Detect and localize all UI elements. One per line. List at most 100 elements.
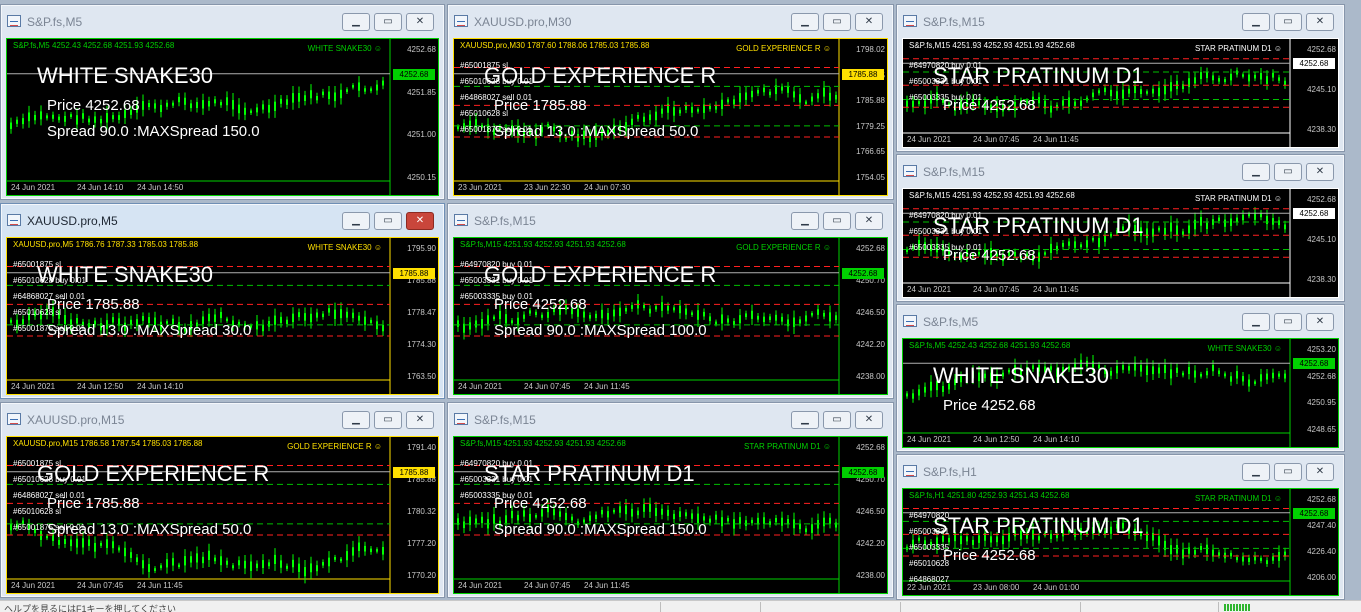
candle-body bbox=[1158, 536, 1160, 546]
candle-body bbox=[709, 316, 711, 322]
chart-plot-area[interactable]: S&P.fs,H1 4251.80 4252.93 4251.43 4252.6… bbox=[902, 488, 1339, 596]
chart-plot-area[interactable]: S&P.fs,M15 4251.93 4252.93 4251.93 4252.… bbox=[902, 188, 1339, 298]
candle-body bbox=[625, 307, 627, 312]
chart-window[interactable]: S&P.fs,M15 ▁ ▭ ✕ S&P.fs,M15 4251.93 4252… bbox=[447, 402, 894, 598]
candle-body bbox=[370, 88, 372, 92]
close-button[interactable]: ✕ bbox=[406, 212, 434, 230]
maximize-button[interactable]: ▭ bbox=[1274, 463, 1302, 481]
candle-body bbox=[745, 313, 747, 318]
chart-window[interactable]: S&P.fs,H1 ▁ ▭ ✕ S&P.fs,H1 4251.80 4252.9… bbox=[896, 454, 1345, 600]
candle-body bbox=[202, 100, 204, 109]
chart-window[interactable]: S&P.fs,M15 ▁ ▭ ✕ S&P.fs,M15 4251.93 4252… bbox=[896, 154, 1345, 302]
close-button[interactable]: ✕ bbox=[855, 212, 883, 230]
candle-body bbox=[1068, 97, 1070, 107]
price-axis-label: 1766.65 bbox=[856, 147, 885, 157]
expert-advisor-label: GOLD EXPERIENCE R ☺ bbox=[287, 442, 382, 451]
price-axis-label: 4252.68 bbox=[1307, 495, 1336, 504]
minimize-button[interactable]: ▁ bbox=[342, 212, 370, 230]
maximize-button[interactable]: ▭ bbox=[374, 411, 402, 429]
maximize-button[interactable]: ▭ bbox=[1274, 313, 1302, 331]
chart-plot-area[interactable]: XAUUSD.pro,M30 1787.60 1788.06 1785.03 1… bbox=[453, 38, 888, 196]
close-button[interactable]: ✕ bbox=[1306, 463, 1334, 481]
candle-body bbox=[721, 314, 723, 324]
chart-plot-area[interactable]: XAUUSD.pro,M15 1786.58 1787.54 1785.03 1… bbox=[6, 436, 439, 594]
close-button[interactable]: ✕ bbox=[1306, 313, 1334, 331]
minimize-button[interactable]: ▁ bbox=[1242, 163, 1270, 181]
candle-body bbox=[769, 316, 771, 320]
chart-window[interactable]: S&P.fs,M5 ▁ ▭ ✕ S&P.fs,M5 4252.43 4252.6… bbox=[0, 4, 445, 200]
minimize-button[interactable]: ▁ bbox=[1242, 463, 1270, 481]
maximize-button[interactable]: ▭ bbox=[374, 212, 402, 230]
close-button[interactable]: ✕ bbox=[1306, 163, 1334, 181]
close-button[interactable]: ✕ bbox=[855, 13, 883, 31]
window-titlebar[interactable]: S&P.fs,M15 ▁ ▭ ✕ bbox=[448, 204, 893, 232]
window-titlebar[interactable]: XAUUSD.pro,M30 ▁ ▭ ✕ bbox=[448, 5, 893, 33]
maximize-button[interactable]: ▭ bbox=[823, 411, 851, 429]
symbol-ohlc-label: XAUUSD.pro,M30 1787.60 1788.06 1785.03 1… bbox=[460, 41, 650, 50]
window-titlebar[interactable]: S&P.fs,M15 ▁ ▭ ✕ bbox=[897, 155, 1344, 183]
minimize-button[interactable]: ▁ bbox=[1242, 13, 1270, 31]
close-button[interactable]: ✕ bbox=[406, 411, 434, 429]
chart-window[interactable]: XAUUSD.pro,M5 ▁ ▭ ✕ XAUUSD.pro,M5 1786.7… bbox=[0, 203, 445, 399]
window-title: XAUUSD.pro,M30 bbox=[474, 15, 572, 29]
candle-body bbox=[88, 118, 90, 123]
maximize-button[interactable]: ▭ bbox=[823, 212, 851, 230]
close-button[interactable]: ✕ bbox=[406, 13, 434, 31]
window-titlebar[interactable]: S&P.fs,M15 ▁ ▭ ✕ bbox=[448, 403, 893, 431]
window-titlebar[interactable]: S&P.fs,H1 ▁ ▭ ✕ bbox=[897, 455, 1344, 483]
candle-body bbox=[238, 104, 240, 114]
maximize-button[interactable]: ▭ bbox=[374, 13, 402, 31]
candle-body bbox=[1170, 82, 1172, 92]
minimize-button[interactable]: ▁ bbox=[342, 13, 370, 31]
minimize-button[interactable]: ▁ bbox=[791, 411, 819, 429]
candle-body bbox=[196, 102, 198, 109]
chart-window[interactable]: XAUUSD.pro,M15 ▁ ▭ ✕ XAUUSD.pro,M15 1786… bbox=[0, 402, 445, 598]
candle-body bbox=[304, 567, 306, 577]
chart-window[interactable]: S&P.fs,M15 ▁ ▭ ✕ S&P.fs,M15 4251.93 4252… bbox=[896, 4, 1345, 152]
chart-plot-area[interactable]: XAUUSD.pro,M5 1786.76 1787.33 1785.03 17… bbox=[6, 237, 439, 395]
maximize-button[interactable]: ▭ bbox=[1274, 13, 1302, 31]
candle-body bbox=[1122, 365, 1124, 370]
minimize-button[interactable]: ▁ bbox=[791, 13, 819, 31]
candle-body bbox=[1266, 215, 1268, 225]
window-titlebar[interactable]: S&P.fs,M5 ▁ ▭ ✕ bbox=[897, 305, 1344, 333]
price-axis-label: 4253.20 bbox=[1307, 345, 1336, 354]
candle-body bbox=[817, 93, 819, 99]
close-button[interactable]: ✕ bbox=[1306, 13, 1334, 31]
chart-plot-area[interactable]: S&P.fs,M5 4252.43 4252.68 4251.93 4252.6… bbox=[6, 38, 439, 196]
time-axis-label: 24 Jun 2021 bbox=[11, 581, 56, 590]
chart-window[interactable]: S&P.fs,M5 ▁ ▭ ✕ S&P.fs,M5 4252.43 4252.6… bbox=[896, 304, 1345, 452]
current-price-tag: 1785.88 bbox=[842, 68, 884, 80]
chart-plot-area[interactable]: S&P.fs,M15 4251.93 4252.93 4251.93 4252.… bbox=[453, 237, 888, 395]
candle-body bbox=[262, 104, 264, 110]
chart-plot-area[interactable]: S&P.fs,M15 4251.93 4252.93 4251.93 4252.… bbox=[902, 38, 1339, 148]
window-titlebar[interactable]: XAUUSD.pro,M15 ▁ ▭ ✕ bbox=[1, 403, 444, 431]
minimize-button[interactable]: ▁ bbox=[791, 212, 819, 230]
chart-window[interactable]: S&P.fs,M15 ▁ ▭ ✕ S&P.fs,M15 4251.93 4252… bbox=[447, 203, 894, 399]
candle-body bbox=[100, 542, 102, 546]
candle-body bbox=[1152, 366, 1154, 375]
window-title: S&P.fs,M15 bbox=[474, 214, 536, 228]
maximize-button[interactable]: ▭ bbox=[823, 13, 851, 31]
chart-plot-area[interactable]: S&P.fs,M15 4251.93 4252.93 4251.93 4252.… bbox=[453, 436, 888, 594]
candle-body bbox=[1272, 72, 1274, 78]
chart-plot-area[interactable]: S&P.fs,M5 4252.43 4252.68 4251.93 4252.6… bbox=[902, 338, 1339, 448]
candle-body bbox=[1236, 557, 1238, 561]
candle-body bbox=[631, 508, 633, 517]
chart-window[interactable]: XAUUSD.pro,M30 ▁ ▭ ✕ XAUUSD.pro,M30 1787… bbox=[447, 4, 894, 200]
close-button[interactable]: ✕ bbox=[855, 411, 883, 429]
minimize-button[interactable]: ▁ bbox=[1242, 313, 1270, 331]
order-label: #65010628 sl bbox=[13, 308, 62, 317]
maximize-button[interactable]: ▭ bbox=[1274, 163, 1302, 181]
candle-body bbox=[208, 550, 210, 560]
window-titlebar[interactable]: S&P.fs,M5 ▁ ▭ ✕ bbox=[1, 5, 444, 33]
time-axis-label: 24 Jun 11:45 bbox=[137, 581, 183, 590]
minimize-button[interactable]: ▁ bbox=[342, 411, 370, 429]
window-titlebar[interactable]: S&P.fs,M15 ▁ ▭ ✕ bbox=[897, 5, 1344, 33]
candle-body bbox=[835, 94, 837, 100]
price-axis-label: 4248.65 bbox=[1307, 425, 1336, 434]
candle-body bbox=[22, 118, 24, 125]
candle-body bbox=[1176, 544, 1178, 554]
candle-body bbox=[1086, 240, 1088, 248]
window-titlebar[interactable]: XAUUSD.pro,M5 ▁ ▭ ✕ bbox=[1, 204, 444, 232]
